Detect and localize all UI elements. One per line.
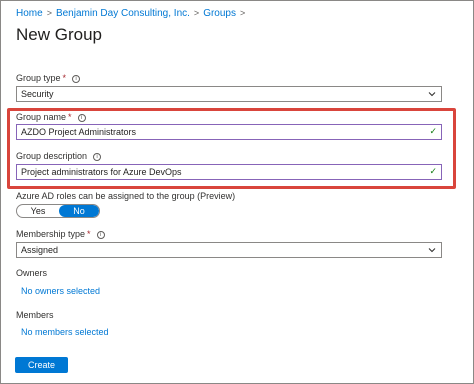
no-owners-link[interactable]: No owners selected xyxy=(21,286,100,296)
required-asterisk: * xyxy=(87,229,91,239)
group-name-input[interactable]: AZDO Project Administrators ✓ xyxy=(16,124,442,140)
breadcrumb-groups[interactable]: Groups xyxy=(203,8,236,19)
breadcrumb-home[interactable]: Home xyxy=(16,8,43,19)
owners-label: Owners xyxy=(16,268,48,278)
checkmark-icon: ✓ xyxy=(429,127,437,137)
info-icon[interactable]: i xyxy=(77,113,86,122)
create-button[interactable]: Create xyxy=(15,357,68,373)
group-type-dropdown[interactable]: Security xyxy=(16,86,442,102)
page-title: New Group xyxy=(16,25,102,44)
group-name-label-text: Group name xyxy=(16,112,67,122)
group-type-label: Group type * i xyxy=(16,73,81,83)
membership-type-value: Assigned xyxy=(21,245,59,255)
group-description-label: Group description i xyxy=(16,151,102,161)
toggle-no-option[interactable]: No xyxy=(59,205,99,217)
azure-ad-roles-toggle[interactable]: Yes No xyxy=(16,204,100,218)
chevron-right-icon: > xyxy=(46,8,52,18)
membership-type-label: Membership type * i xyxy=(16,229,105,239)
breadcrumb: Home > Benjamin Day Consulting, Inc. > Group… xyxy=(16,8,249,19)
chevron-down-icon xyxy=(428,92,436,97)
group-name-value: AZDO Project Administrators xyxy=(21,127,137,137)
group-type-value: Security xyxy=(21,89,54,99)
info-icon[interactable]: i xyxy=(96,230,105,239)
group-description-value: Project administrators for Azure DevOps xyxy=(21,167,182,177)
group-description-label-text: Group description xyxy=(16,151,88,161)
required-asterisk: * xyxy=(62,73,67,83)
chevron-right-icon: > xyxy=(239,8,246,18)
azure-ad-roles-label: Azure AD roles can be assigned to the gr… xyxy=(16,191,236,201)
members-label: Members xyxy=(16,310,54,320)
membership-type-dropdown[interactable]: Assigned xyxy=(16,242,442,258)
membership-type-label-text: Membership type xyxy=(16,229,86,239)
required-asterisk: * xyxy=(68,112,72,122)
no-members-link[interactable]: No members selected xyxy=(21,327,109,337)
info-icon[interactable]: i xyxy=(93,152,102,161)
breadcrumb-tenant[interactable]: Benjamin Day Consulting, Inc. xyxy=(56,8,190,19)
group-type-label-text: Group type xyxy=(16,73,61,83)
checkmark-icon: ✓ xyxy=(429,167,437,177)
toggle-yes-option[interactable]: Yes xyxy=(17,205,59,217)
group-name-label: Group name * i xyxy=(16,112,86,122)
group-description-input[interactable]: Project administrators for Azure DevOps … xyxy=(16,164,442,180)
info-icon[interactable]: i xyxy=(72,74,81,83)
chevron-right-icon: > xyxy=(193,8,200,18)
chevron-down-icon xyxy=(428,248,436,253)
